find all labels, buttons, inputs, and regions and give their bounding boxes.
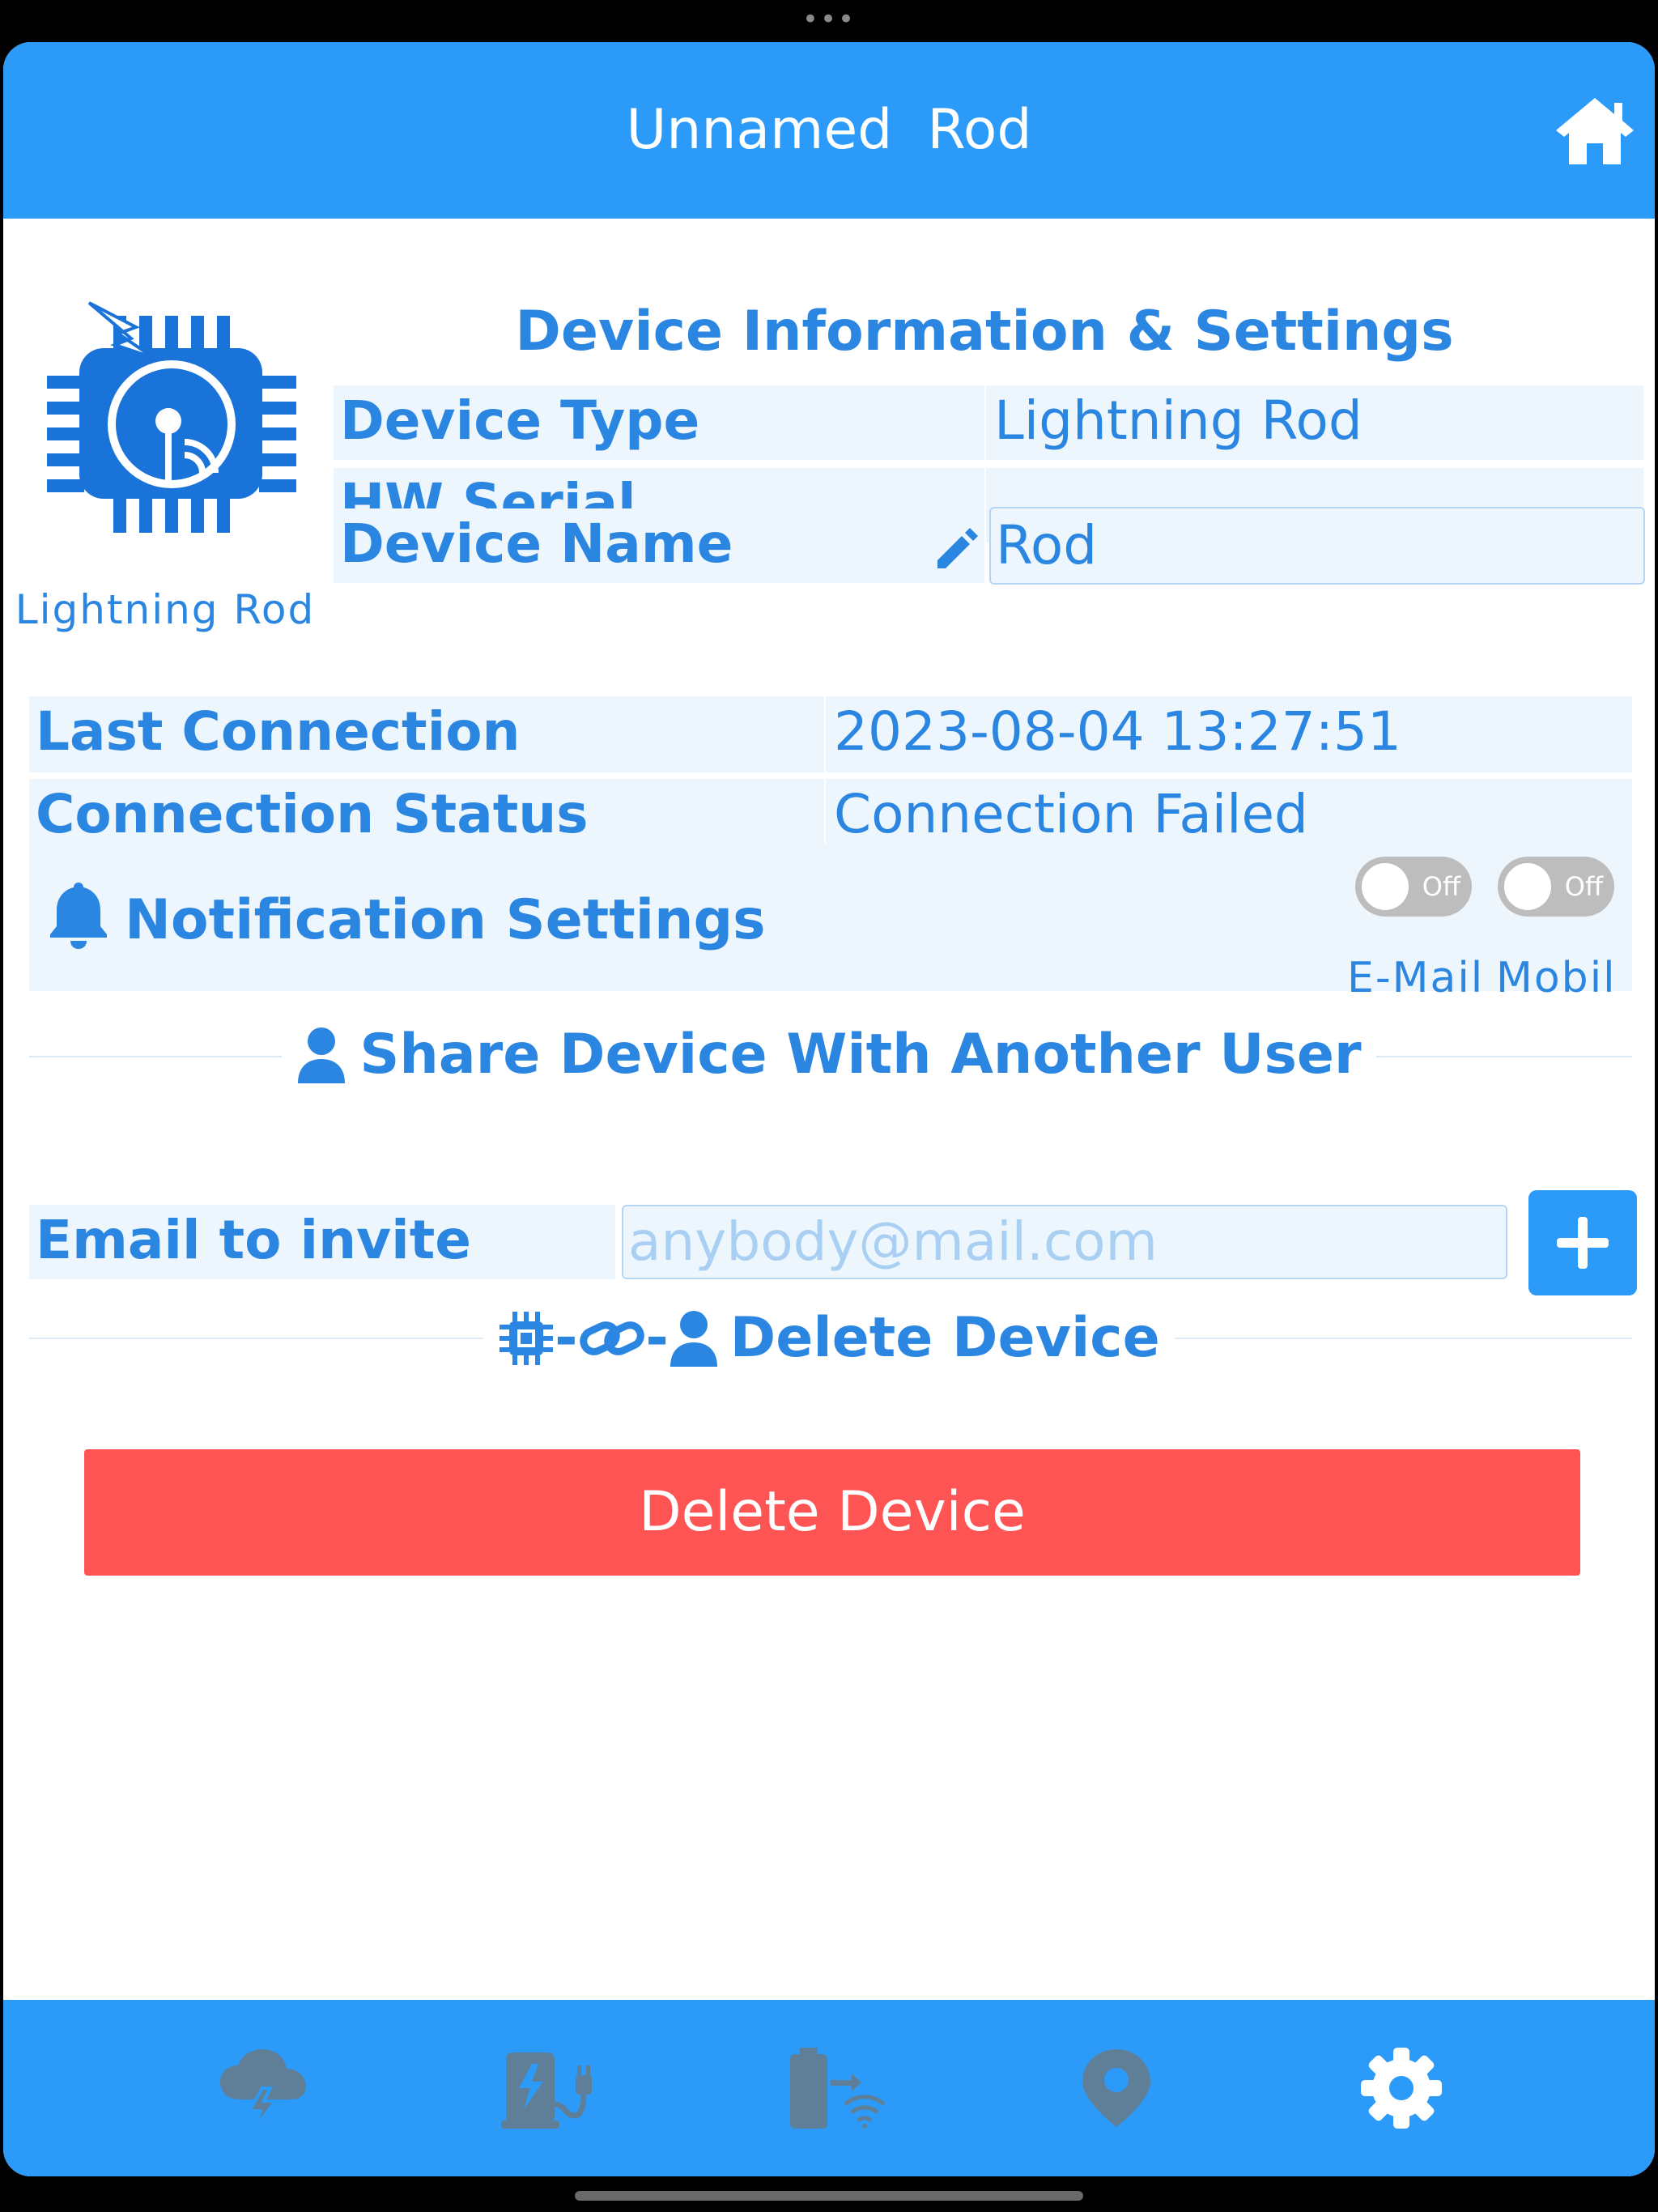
page-title: Unnamed Rod (626, 98, 1032, 162)
tab-settings[interactable] (1341, 2000, 1462, 2176)
edit-pencil-icon[interactable] (934, 525, 981, 572)
home-button[interactable] (1553, 92, 1637, 168)
dash-separator: - (555, 1306, 578, 1370)
toggle-state-label: Off (1564, 871, 1603, 902)
location-pin-icon (1082, 2049, 1150, 2127)
email-invite-label: Email to invite (29, 1205, 615, 1279)
bell-icon (50, 883, 107, 949)
gear-icon (1361, 2048, 1442, 2129)
tab-location[interactable] (1056, 2000, 1177, 2176)
toggle-knob (1504, 863, 1551, 910)
header-bar: Unnamed Rod (3, 42, 1655, 219)
device-name-input[interactable]: Rod (989, 507, 1645, 585)
mobile-toggle-caption: Mobil (1496, 954, 1617, 1002)
add-invite-button[interactable] (1528, 1190, 1637, 1295)
device-type-value: Lightning Rod (986, 385, 1643, 460)
battery-wireless-icon (790, 2048, 886, 2129)
delete-section-heading: - - Delete Device (3, 1302, 1655, 1375)
device-name-label: Device Name (334, 508, 984, 583)
storm-cloud-icon (220, 2049, 306, 2129)
user-icon (670, 1311, 717, 1367)
invite-email-input[interactable]: anybody@mail.com (622, 1205, 1507, 1279)
share-section-heading: Share Device With Another User (3, 1019, 1655, 1091)
device-info-title: Device Information & Settings (515, 300, 1454, 364)
charging-station-icon (501, 2052, 592, 2129)
last-connection-label: Last Connection (29, 696, 824, 772)
tab-battery[interactable] (772, 2000, 894, 2176)
chip-icon (500, 1312, 554, 1365)
dash-separator: - (645, 1306, 669, 1370)
delete-device-button[interactable]: Delete Device (84, 1449, 1580, 1576)
email-notification-toggle[interactable]: Off (1355, 857, 1472, 917)
user-icon (298, 1027, 346, 1083)
home-indicator[interactable] (575, 2191, 1083, 2201)
device-type-label: Device Type (334, 385, 984, 460)
device-type-caption: Lightning Rod (15, 586, 316, 633)
window-handle-dots[interactable]: ••• (0, 6, 1658, 33)
mobile-notification-toggle[interactable]: Off (1498, 857, 1614, 917)
plus-icon (1557, 1217, 1609, 1269)
bottom-tab-bar (3, 2000, 1655, 2176)
app-window: Unnamed Rod Lightning Rod Device Informa… (3, 42, 1655, 2176)
tab-charging[interactable] (487, 2000, 609, 2176)
share-section-title: Share Device With Another User (359, 1023, 1362, 1087)
toggle-state-label: Off (1422, 871, 1460, 902)
last-connection-value: 2023-08-04 13:27:51 (826, 696, 1632, 772)
delete-section-title: Delete Device (729, 1306, 1160, 1370)
link-icon (579, 1321, 644, 1355)
lightning-rod-chip-icon (47, 301, 296, 533)
tab-weather[interactable] (202, 2000, 324, 2176)
home-icon (1556, 98, 1634, 164)
toggle-knob (1362, 863, 1409, 910)
email-toggle-caption: E-Mail (1347, 954, 1485, 1002)
notification-settings-title: Notification Settings (125, 888, 766, 952)
